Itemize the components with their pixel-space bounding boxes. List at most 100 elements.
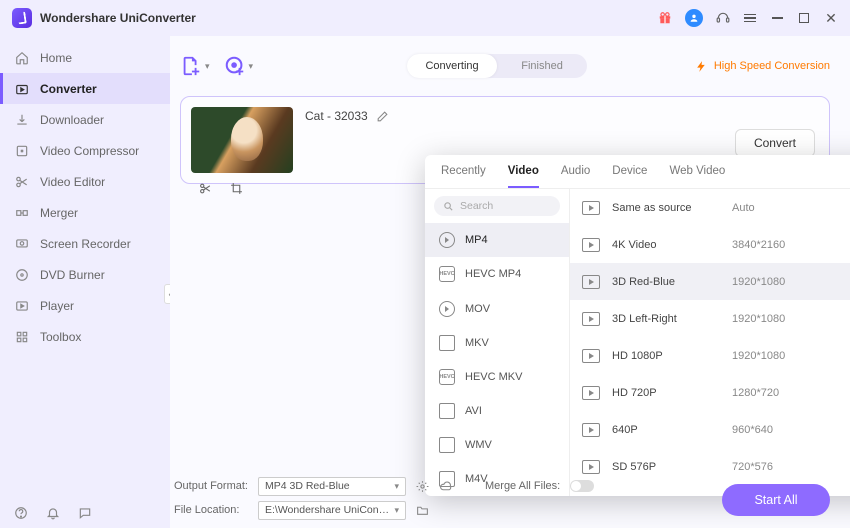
play-icon xyxy=(14,298,29,313)
preset-item[interactable]: 3D Left-Right1920*1080 xyxy=(570,300,850,337)
sidebar-item-converter[interactable]: Converter xyxy=(0,73,170,104)
bell-icon[interactable] xyxy=(46,506,60,520)
format-mkv[interactable]: MKV xyxy=(425,326,569,360)
sidebar-item-player[interactable]: Player xyxy=(0,290,170,321)
format-container-list: Search MP4 HEVCHEVC MP4 MOV MKV HEVCHEVC… xyxy=(425,189,570,496)
menu-icon[interactable] xyxy=(743,11,757,25)
chevron-down-icon: ▾ xyxy=(205,61,210,72)
output-format-select[interactable]: MP4 3D Red-Blue▾ xyxy=(258,477,406,496)
sidebar-item-toolbox[interactable]: Toolbox xyxy=(0,321,170,352)
file-location-select[interactable]: E:\Wondershare UniConverter▾ xyxy=(258,501,406,520)
close-button[interactable]: ✕ xyxy=(824,11,838,25)
format-hevc-mkv[interactable]: HEVCHEVC MKV xyxy=(425,360,569,394)
gift-icon[interactable] xyxy=(658,11,672,25)
video-icon xyxy=(582,312,600,326)
tab-audio[interactable]: Audio xyxy=(561,155,590,188)
sidebar-item-label: Screen Recorder xyxy=(40,237,131,251)
chevron-down-icon: ▾ xyxy=(249,61,254,72)
converter-icon xyxy=(14,81,29,96)
merge-label: Merge All Files: xyxy=(485,480,560,492)
preset-item[interactable]: 4K Video3840*2160 xyxy=(570,226,850,263)
titlebar: Wondershare UniConverter ✕ xyxy=(0,0,850,36)
merge-toggle[interactable] xyxy=(570,480,594,492)
format-popup: Recently Video Audio Device Web Video Se… xyxy=(425,155,850,496)
preset-item[interactable]: HD 1080P1920*1080 xyxy=(570,337,850,374)
add-file-icon xyxy=(180,55,202,77)
tab-recently[interactable]: Recently xyxy=(441,155,486,188)
sidebar-item-label: Toolbox xyxy=(40,330,81,344)
high-speed-label: High Speed Conversion xyxy=(714,60,830,72)
gear-icon[interactable] xyxy=(416,480,429,493)
feedback-icon[interactable] xyxy=(78,506,92,520)
rename-icon[interactable] xyxy=(376,110,389,123)
convert-button[interactable]: Convert xyxy=(735,129,815,157)
tab-device[interactable]: Device xyxy=(612,155,647,188)
sidebar-item-label: Player xyxy=(40,299,74,313)
file-location-label: File Location: xyxy=(174,504,248,516)
tab-converting[interactable]: Converting xyxy=(407,54,497,78)
preset-item[interactable]: 3D Red-Blue1920*1080 xyxy=(570,263,850,300)
video-icon xyxy=(582,238,600,252)
support-icon[interactable] xyxy=(716,11,730,25)
search-input[interactable]: Search xyxy=(434,196,560,216)
sidebar-item-editor[interactable]: Video Editor xyxy=(0,166,170,197)
minimize-button[interactable] xyxy=(770,11,784,25)
chevron-down-icon: ▾ xyxy=(394,481,399,492)
preset-name: SD 576P xyxy=(612,461,720,473)
crop-icon[interactable] xyxy=(230,182,243,195)
app-name: Wondershare UniConverter xyxy=(40,11,196,25)
preset-resolution: 1920*1080 xyxy=(732,313,850,325)
user-avatar[interactable] xyxy=(685,9,703,27)
add-file-button[interactable]: ▾ xyxy=(180,55,210,77)
play-circle-icon xyxy=(439,301,455,317)
preset-item[interactable]: HD 720P1280*720 xyxy=(570,374,850,411)
folder-icon[interactable] xyxy=(416,504,429,517)
sidebar-item-label: Downloader xyxy=(40,113,104,127)
format-mov[interactable]: MOV xyxy=(425,291,569,325)
high-speed-button[interactable]: High Speed Conversion xyxy=(695,60,830,73)
help-icon[interactable] xyxy=(14,506,28,520)
sidebar-item-label: Home xyxy=(40,51,72,65)
film-icon xyxy=(439,437,455,453)
compress-icon xyxy=(14,143,29,158)
preset-name: 3D Red-Blue xyxy=(612,276,720,288)
chevron-down-icon: ▾ xyxy=(394,505,399,516)
preset-name: HD 1080P xyxy=(612,350,720,362)
sidebar-footer xyxy=(14,506,92,520)
app-logo xyxy=(12,8,32,28)
video-icon xyxy=(582,460,600,474)
sidebar-item-home[interactable]: Home xyxy=(0,42,170,73)
output-format-label: Output Format: xyxy=(174,480,248,492)
tab-finished[interactable]: Finished xyxy=(497,54,587,78)
add-dvd-button[interactable]: ▾ xyxy=(224,55,254,77)
format-hevc-mp4[interactable]: HEVCHEVC MP4 xyxy=(425,257,569,291)
tab-web-video[interactable]: Web Video xyxy=(669,155,725,188)
preset-item[interactable]: Same as source Auto xyxy=(570,189,850,226)
format-mp4[interactable]: MP4 xyxy=(425,223,569,257)
record-icon xyxy=(14,236,29,251)
video-thumbnail[interactable] xyxy=(191,107,293,173)
merge-icon xyxy=(14,205,29,220)
trim-icon[interactable] xyxy=(199,182,212,195)
sidebar-item-compressor[interactable]: Video Compressor xyxy=(0,135,170,166)
film-icon xyxy=(439,403,455,419)
download-icon xyxy=(14,112,29,127)
preset-name: Same as source xyxy=(612,202,720,214)
sidebar-item-recorder[interactable]: Screen Recorder xyxy=(0,228,170,259)
maximize-button[interactable] xyxy=(797,11,811,25)
sidebar-item-downloader[interactable]: Downloader xyxy=(0,104,170,135)
film-icon xyxy=(439,335,455,351)
tab-video[interactable]: Video xyxy=(508,155,539,188)
video-icon xyxy=(582,349,600,363)
sidebar-item-label: Merger xyxy=(40,206,78,220)
sidebar-item-merger[interactable]: Merger xyxy=(0,197,170,228)
preset-resolution: Auto xyxy=(732,202,850,214)
start-all-button[interactable]: Start All xyxy=(722,484,830,516)
format-wmv[interactable]: WMV xyxy=(425,428,569,462)
cloud-icon[interactable] xyxy=(439,480,453,493)
sidebar-item-dvd[interactable]: DVD Burner xyxy=(0,259,170,290)
format-preset-list[interactable]: Same as sourceAuto4K Video3840*21603D Re… xyxy=(570,189,850,496)
video-icon xyxy=(582,423,600,437)
format-avi[interactable]: AVI xyxy=(425,394,569,428)
preset-item[interactable]: 640P960*640 xyxy=(570,411,850,448)
